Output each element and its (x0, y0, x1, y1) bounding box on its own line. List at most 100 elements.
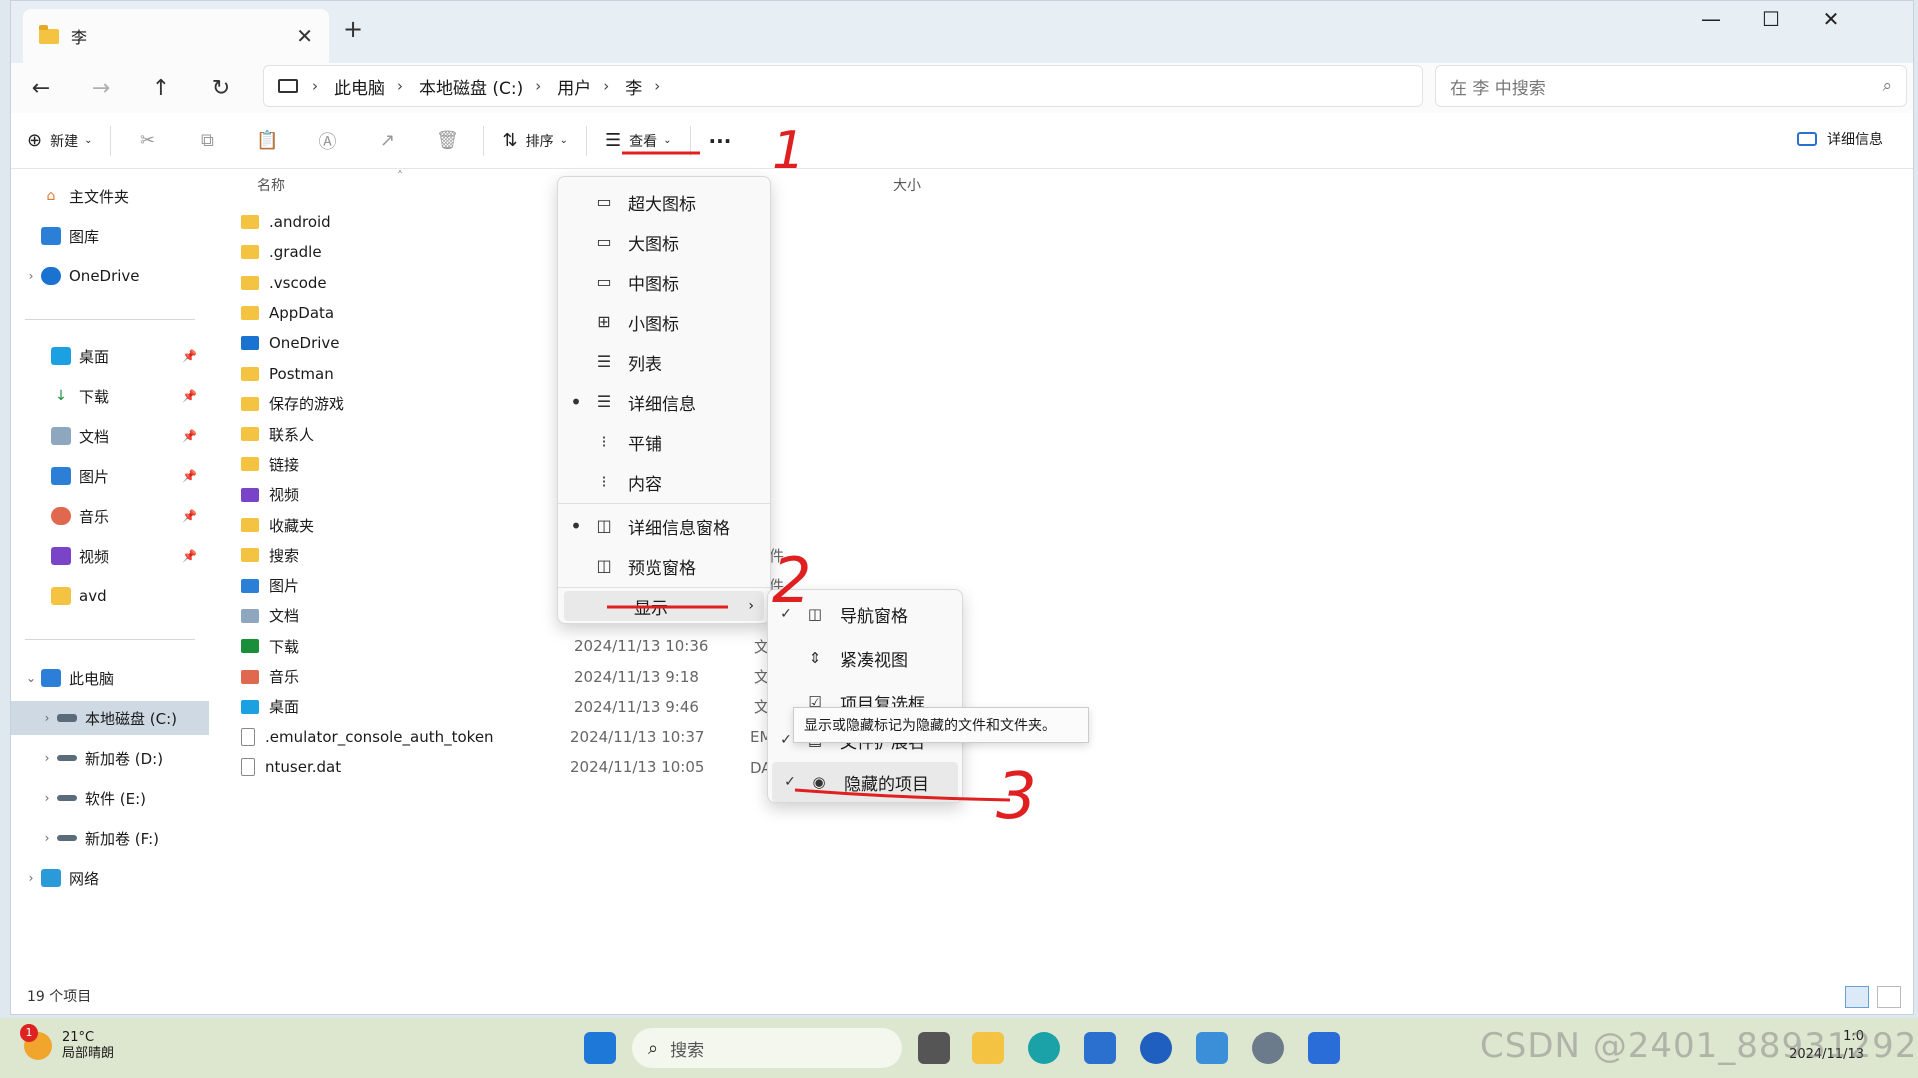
app-a-icon[interactable] (1308, 1032, 1340, 1064)
minimize-button[interactable]: — (1691, 7, 1731, 31)
expand-chevron-icon[interactable]: › (37, 831, 57, 845)
sidebar-item-label: 新加卷 (D:) (85, 749, 164, 768)
breadcrumb-this-pc[interactable]: 此电脑 (334, 74, 385, 99)
pin-icon[interactable]: 📌 (182, 549, 197, 563)
sidebar-item-documents[interactable]: 文档 📌 (11, 419, 209, 453)
cut-icon[interactable]: ✂ (117, 130, 177, 151)
sidebar-item-onedrive[interactable]: › OneDrive (11, 259, 209, 293)
start-windows-icon[interactable] (584, 1032, 616, 1064)
sort-label: 排序 (525, 133, 554, 150)
settings-gear-icon[interactable] (1252, 1032, 1284, 1064)
search-input[interactable]: 在 李 中搜索 ⌕ (1435, 65, 1907, 107)
menu-item-small-icons[interactable]: ⊞ 小图标 (558, 303, 770, 341)
pin-icon[interactable]: 📌 (182, 389, 197, 403)
drive-icon (57, 835, 77, 841)
close-window-button[interactable]: ✕ (1811, 7, 1851, 31)
taskbar-search[interactable]: ⌕ 搜索 (632, 1028, 902, 1068)
sidebar-item-downloads[interactable]: ↓ 下载 📌 (11, 379, 209, 413)
chevron-right-icon[interactable]: › (654, 77, 660, 95)
sidebar-item-f-drive[interactable]: › 新加卷 (F:) (11, 821, 209, 855)
task-view-icon[interactable] (918, 1032, 950, 1064)
thumbnail-view-toggle-icon[interactable] (1877, 986, 1901, 1008)
notepad-icon[interactable] (1196, 1032, 1228, 1064)
submenu-item-navigation-pane[interactable]: ✓ ◫ 导航窗格 (768, 594, 962, 634)
sidebar-item-d-drive[interactable]: › 新加卷 (D:) (11, 741, 209, 775)
preview-pane-icon: ◫ (596, 556, 612, 575)
list-icon: ☰ (596, 352, 612, 371)
edge-browser-icon[interactable] (1028, 1032, 1060, 1064)
file-name: 桌面 (269, 698, 300, 717)
delete-icon[interactable]: 🗑 (417, 130, 477, 151)
breadcrumb-c-drive[interactable]: 本地磁盘 (C:) (419, 74, 523, 99)
pin-icon[interactable]: 📌 (182, 469, 197, 483)
sidebar-item-desktop[interactable]: 桌面 📌 (11, 339, 209, 373)
menu-item-content[interactable]: ⁝ 内容 (558, 463, 770, 501)
sort-button[interactable]: ⇅ 排序 ⌄ (490, 130, 579, 151)
breadcrumb-users[interactable]: 用户 (557, 74, 591, 99)
copy-icon[interactable]: ⧉ (177, 130, 237, 151)
file-date: 2024/11/13 10:05 (570, 758, 705, 777)
collapse-chevron-icon[interactable]: ⌄ (21, 671, 41, 685)
sidebar-item-c-drive[interactable]: › 本地磁盘 (C:) (11, 701, 209, 735)
share-icon[interactable]: ↗ (357, 130, 417, 151)
expand-chevron-icon[interactable]: › (21, 871, 41, 885)
column-header-size[interactable]: 大小 (893, 175, 921, 195)
maximize-button[interactable]: ☐ (1751, 7, 1791, 31)
view-button[interactable]: ☰ 查看 ⌄ (593, 130, 684, 151)
refresh-button[interactable]: ↻ (191, 76, 251, 101)
menu-item-tiles[interactable]: ⁝ 平铺 (558, 423, 770, 461)
file-explorer-icon[interactable] (972, 1032, 1004, 1064)
close-tab-icon[interactable]: ✕ (296, 24, 313, 48)
menu-item-medium-icons[interactable]: ▭ 中图标 (558, 263, 770, 301)
sidebar-item-network[interactable]: › 网络 (11, 861, 209, 895)
menu-item-list[interactable]: ☰ 列表 (558, 343, 770, 381)
pin-icon[interactable]: 📌 (182, 429, 197, 443)
pin-icon[interactable]: 📌 (182, 509, 197, 523)
expand-chevron-icon[interactable]: › (21, 269, 41, 283)
menu-item-details[interactable]: • ☰ 详细信息 (558, 383, 770, 421)
cloud-icon (41, 267, 61, 285)
store-icon[interactable] (1084, 1032, 1116, 1064)
sidebar-item-videos[interactable]: 视频 📌 (11, 539, 209, 573)
menu-item-label: 显示 (634, 598, 668, 619)
address-bar[interactable]: › 此电脑 › 本地磁盘 (C:) › 用户 › 李 › (263, 65, 1423, 107)
chevron-right-icon[interactable]: › (397, 77, 403, 95)
sidebar-item-gallery[interactable]: 图库 (11, 219, 209, 253)
chevron-right-icon[interactable]: › (312, 77, 318, 95)
details-pane-button[interactable]: 详细信息 (1797, 129, 1883, 149)
sidebar-item-music[interactable]: 音乐 📌 (11, 499, 209, 533)
app-k-icon[interactable] (1140, 1032, 1172, 1064)
submenu-item-hidden-items[interactable]: ✓ ◉ 隐藏的项目 (772, 762, 958, 802)
sidebar-item-home[interactable]: ⌂ 主文件夹 (11, 179, 209, 213)
submenu-item-compact-view[interactable]: ⇕ 紧凑视图 (768, 638, 962, 678)
new-button[interactable]: ⊕ 新建 ⌄ (11, 130, 104, 151)
menu-item-details-pane[interactable]: • ◫ 详细信息窗格 (558, 507, 770, 545)
pin-icon[interactable]: 📌 (182, 349, 197, 363)
sidebar-item-avd[interactable]: avd (11, 579, 209, 613)
chevron-right-icon[interactable]: › (535, 77, 541, 95)
rename-icon[interactable]: Ⓐ (297, 128, 357, 154)
breadcrumb-li[interactable]: 李 (625, 74, 642, 99)
more-options-button[interactable]: ··· (697, 129, 744, 153)
sidebar-item-this-pc[interactable]: ⌄ 此电脑 (11, 661, 209, 695)
tab-current[interactable]: 李 ✕ (23, 9, 329, 63)
new-tab-button[interactable]: + (343, 15, 363, 43)
chevron-right-icon[interactable]: › (603, 77, 609, 95)
menu-item-extra-large-icons[interactable]: ▭ 超大图标 (558, 183, 770, 221)
forward-button[interactable]: → (71, 76, 131, 101)
menu-item-large-icons[interactable]: ▭ 大图标 (558, 223, 770, 261)
column-header-name[interactable]: 名称 (257, 175, 285, 195)
expand-chevron-icon[interactable]: › (37, 751, 57, 765)
details-view-toggle-icon[interactable] (1845, 986, 1869, 1008)
weather-widget[interactable]: 1 21°C 局部晴朗 (20, 1024, 114, 1062)
sidebar-item-pictures[interactable]: 图片 📌 (11, 459, 209, 493)
expand-chevron-icon[interactable]: › (37, 711, 57, 725)
paste-icon[interactable]: 📋 (237, 130, 297, 151)
up-button[interactable]: ↑ (131, 76, 191, 101)
sidebar-item-e-drive[interactable]: › 软件 (E:) (11, 781, 209, 815)
back-button[interactable]: ← (11, 76, 71, 101)
expand-chevron-icon[interactable]: › (37, 791, 57, 805)
file-type-icon (241, 518, 259, 532)
menu-item-preview-pane[interactable]: ◫ 预览窗格 (558, 547, 770, 585)
menu-item-show[interactable]: 显示 › (564, 591, 764, 621)
